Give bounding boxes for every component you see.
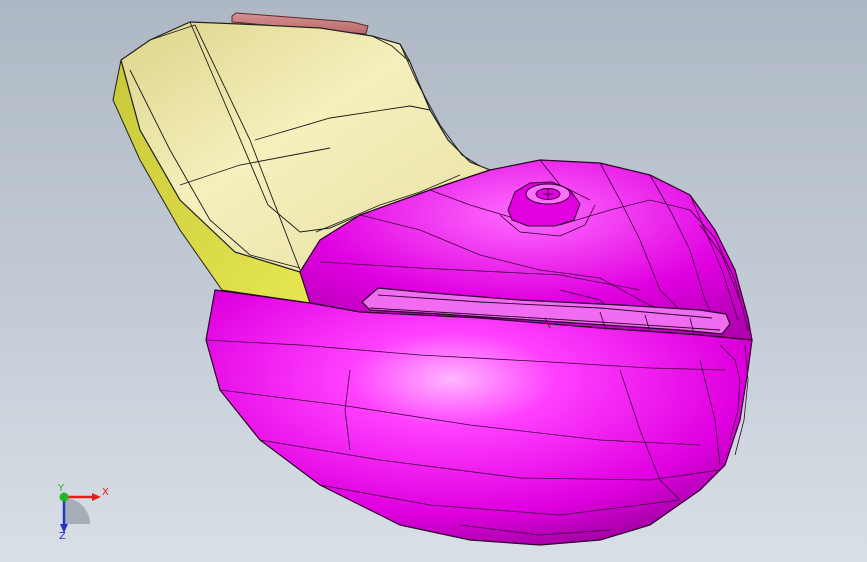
graphics-viewport[interactable]: X Y Z — [0, 0, 867, 562]
y-axis-label: Y — [58, 483, 65, 494]
cad-model[interactable] — [0, 0, 867, 562]
z-axis-label: Z — [59, 531, 66, 542]
x-axis-label: X — [102, 487, 109, 498]
